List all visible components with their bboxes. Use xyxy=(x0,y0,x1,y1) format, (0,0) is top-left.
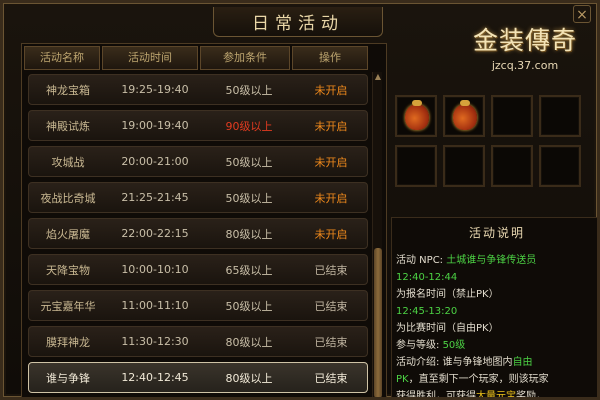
info-intro-line1: 活动介绍: 谁与争锋地图内自由 xyxy=(396,354,597,371)
activity-name: 元宝嘉年华 xyxy=(40,299,96,313)
table-row[interactable]: 攻城战 20:00-21:00 50级以上 未开启 xyxy=(28,146,368,177)
activity-name: 焰火屠魔 xyxy=(46,227,90,241)
window-title: 日常活动 xyxy=(252,14,344,34)
table-row[interactable]: 膜拜神龙 11:30-12:30 80级以上 已结束 xyxy=(28,326,368,357)
daily-activity-window: 日常活动 × 活动名称 活动时间 参加条件 操作 神龙宝箱 19:25-19:40… xyxy=(0,0,600,400)
reward-slot[interactable] xyxy=(539,145,581,187)
activity-time: 22:00-22:15 xyxy=(121,227,189,240)
activity-condition: 50级以上 xyxy=(225,299,273,313)
table-scrollbar[interactable]: ▲ xyxy=(372,72,383,397)
activity-time: 11:30-12:30 xyxy=(121,335,189,348)
reward-slot[interactable] xyxy=(395,145,437,187)
table-row[interactable]: 神龙宝箱 19:25-19:40 50级以上 未开启 xyxy=(28,74,368,105)
info-npc-line: 活动 NPC: 土城谁与争锋传送员 xyxy=(396,252,597,269)
activity-condition: 80级以上 xyxy=(225,335,273,349)
table-row[interactable]: 谁与争锋 12:40-12:45 80级以上 已结束 xyxy=(28,362,368,393)
activity-action[interactable]: 已结束 xyxy=(295,334,367,350)
info-intro-line3: 获得胜利，可获得大量元宝奖励， xyxy=(396,388,597,400)
activity-time: 21:25-21:45 xyxy=(121,191,189,204)
info-text: 活动 NPC: 土城谁与争锋传送员 12:40-12:44 为报名时间（禁止PK… xyxy=(396,252,597,400)
activity-time: 19:25-19:40 xyxy=(121,83,189,96)
info-title: 活动说明 xyxy=(468,226,525,240)
activity-action[interactable]: 未开启 xyxy=(295,226,367,242)
activity-condition: 65级以上 xyxy=(225,263,273,277)
reward-slot[interactable] xyxy=(491,95,533,137)
activity-condition: 50级以上 xyxy=(225,191,273,205)
activity-name: 谁与争锋 xyxy=(46,371,90,385)
logo-url: jzcq.37.com xyxy=(491,59,559,72)
window-title-bar: 日常活动 xyxy=(213,7,383,37)
activity-condition: 90级以上 xyxy=(225,119,273,133)
activity-condition: 50级以上 xyxy=(225,83,273,97)
table-row[interactable]: 焰火屠魔 22:00-22:15 80级以上 未开启 xyxy=(28,218,368,249)
reward-slot[interactable] xyxy=(395,95,437,137)
logo-text: 金装傳奇 xyxy=(472,26,577,55)
activity-action[interactable]: 已结束 xyxy=(295,262,367,278)
activity-name: 天降宝物 xyxy=(46,263,90,277)
table-row[interactable]: 夜战比奇城 21:25-21:45 50级以上 未开启 xyxy=(28,182,368,213)
activity-action[interactable]: 未开启 xyxy=(295,118,367,134)
column-header-condition: 参加条件 xyxy=(200,46,290,70)
activity-time: 11:00-11:10 xyxy=(121,299,189,312)
info-signup-time: 12:40-12:44 xyxy=(396,272,458,283)
info-match-note: 为比赛时间（自由PK） xyxy=(396,323,499,334)
activity-name: 神殿试炼 xyxy=(46,119,90,133)
info-intro-text-b: ，直至剩下一个玩家，则该玩家 xyxy=(408,374,549,385)
activity-list: 神龙宝箱 19:25-19:40 50级以上 未开启 神殿试炼 19:00-19:40 90… xyxy=(28,74,368,397)
activity-name: 攻城战 xyxy=(51,155,85,169)
activity-info-panel: 活动说明 活动 NPC: 土城谁与争锋传送员 12:40-12:44 为报名时间… xyxy=(391,217,597,400)
info-intro-text-d: 奖励， xyxy=(516,391,546,400)
activity-action[interactable]: 未开启 xyxy=(295,82,367,98)
info-level-label: 参与等级: xyxy=(396,340,443,351)
activity-time: 12:40-12:45 xyxy=(121,371,189,384)
info-intro-highlight-c: 大量元宝 xyxy=(476,391,516,400)
activity-time: 10:00-10:10 xyxy=(121,263,189,276)
activity-table: 活动名称 活动时间 参加条件 操作 神龙宝箱 19:25-19:40 50级以上 未开… xyxy=(21,43,387,397)
reward-bag-icon xyxy=(453,100,477,130)
info-match-time: 12:45-13:20 xyxy=(396,306,458,317)
info-intro-highlight-b: PK xyxy=(396,374,409,385)
activity-name: 夜战比奇城 xyxy=(40,191,96,205)
column-header-action: 操作 xyxy=(292,46,368,70)
info-level-value: 50级 xyxy=(442,340,466,351)
column-header-time: 活动时间 xyxy=(102,46,198,70)
info-npc-label: 活动 NPC: xyxy=(396,255,447,266)
table-row[interactable]: 元宝嘉年华 11:00-11:10 50级以上 已结束 xyxy=(28,290,368,321)
info-npc-value: 土城谁与争锋传送员 xyxy=(446,255,537,266)
scroll-up-arrow-icon[interactable]: ▲ xyxy=(373,72,383,82)
activity-name: 神龙宝箱 xyxy=(46,83,90,97)
info-intro-line2: PK，直至剩下一个玩家，则该玩家 xyxy=(396,371,597,388)
info-intro-highlight-a: 自由 xyxy=(512,357,533,368)
activity-action[interactable]: 已结束 xyxy=(295,370,367,386)
activity-time: 20:00-21:00 xyxy=(121,155,189,168)
info-level-line: 参与等级: 50级 xyxy=(396,337,597,354)
table-row[interactable]: 神殿试炼 19:00-19:40 90级以上 未开启 xyxy=(28,110,368,141)
scroll-thumb[interactable] xyxy=(374,248,382,397)
activity-time: 19:00-19:40 xyxy=(121,119,189,132)
activity-condition: 80级以上 xyxy=(225,227,273,241)
info-signup-note: 为报名时间（禁止PK） xyxy=(396,289,499,300)
info-intro-text-a: 活动介绍: 谁与争锋地图内 xyxy=(396,357,513,368)
reward-slot[interactable] xyxy=(539,95,581,137)
activity-action[interactable]: 未开启 xyxy=(295,154,367,170)
reward-slot[interactable] xyxy=(491,145,533,187)
reward-bag-icon xyxy=(405,100,429,130)
reward-slot[interactable] xyxy=(443,145,485,187)
activity-action[interactable]: 已结束 xyxy=(295,298,367,314)
activity-action[interactable]: 未开启 xyxy=(295,190,367,206)
column-header-name: 活动名称 xyxy=(24,46,100,70)
table-row[interactable]: 天降宝物 10:00-10:10 65级以上 已结束 xyxy=(28,254,368,285)
game-logo: 金装傳奇 jzcq.37.com xyxy=(455,21,595,85)
table-header: 活动名称 活动时间 参加条件 操作 xyxy=(24,46,370,70)
info-intro-text-c: 获得胜利，可获得 xyxy=(396,391,476,400)
activity-name: 膜拜神龙 xyxy=(46,335,90,349)
activity-condition: 50级以上 xyxy=(225,155,273,169)
reward-slot[interactable] xyxy=(443,95,485,137)
activity-condition: 80级以上 xyxy=(225,371,273,385)
